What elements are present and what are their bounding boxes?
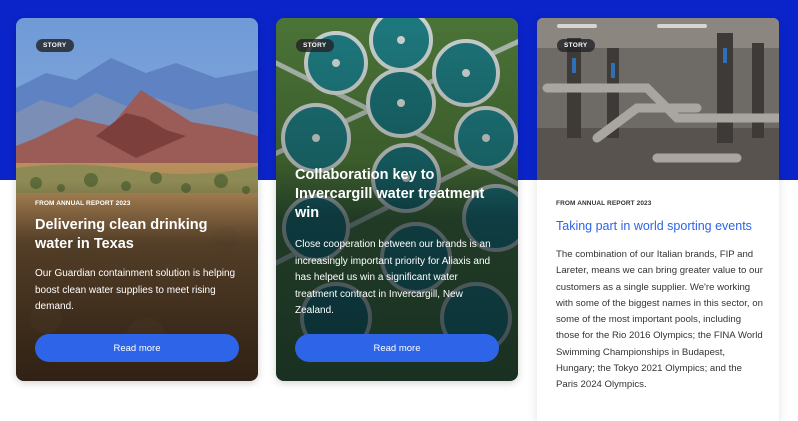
read-more-button[interactable]: Read more (295, 334, 499, 362)
read-more-button[interactable]: Read more (35, 334, 239, 362)
card-description: Close cooperation between our brands is … (295, 239, 491, 316)
story-card-sporting-events[interactable]: STORY FROM ANNUAL REPORT 2023 Taking par… (537, 18, 779, 421)
card-eyebrow: FROM ANNUAL REPORT 2023 (35, 200, 131, 207)
card-title[interactable]: Collaboration key to Invercargill water … (295, 166, 502, 223)
story-badge: STORY (557, 39, 595, 52)
card-text: Collaboration key to Invercargill water … (295, 166, 502, 320)
story-card-texas[interactable]: STORY FROM ANNUAL REPORT 2023 Delivering… (16, 18, 258, 381)
card-description: The combination of our Italian brands, F… (556, 249, 763, 391)
card-eyebrow: FROM ANNUAL REPORT 2023 (556, 200, 652, 207)
card-title[interactable]: Taking part in world sporting events (556, 218, 765, 234)
story-card-invercargill[interactable]: STORY Collaboration key to Invercargill … (276, 18, 518, 381)
card-description: Our Guardian containment solution is hel… (35, 268, 236, 312)
story-badge: STORY (296, 39, 334, 52)
story-badge: STORY (36, 39, 74, 52)
card-title[interactable]: Delivering clean drinking water in Texas (35, 216, 242, 254)
card-text: FROM ANNUAL REPORT 2023 Taking part in w… (556, 200, 765, 394)
card-text: FROM ANNUAL REPORT 2023 Delivering clean… (35, 200, 242, 316)
